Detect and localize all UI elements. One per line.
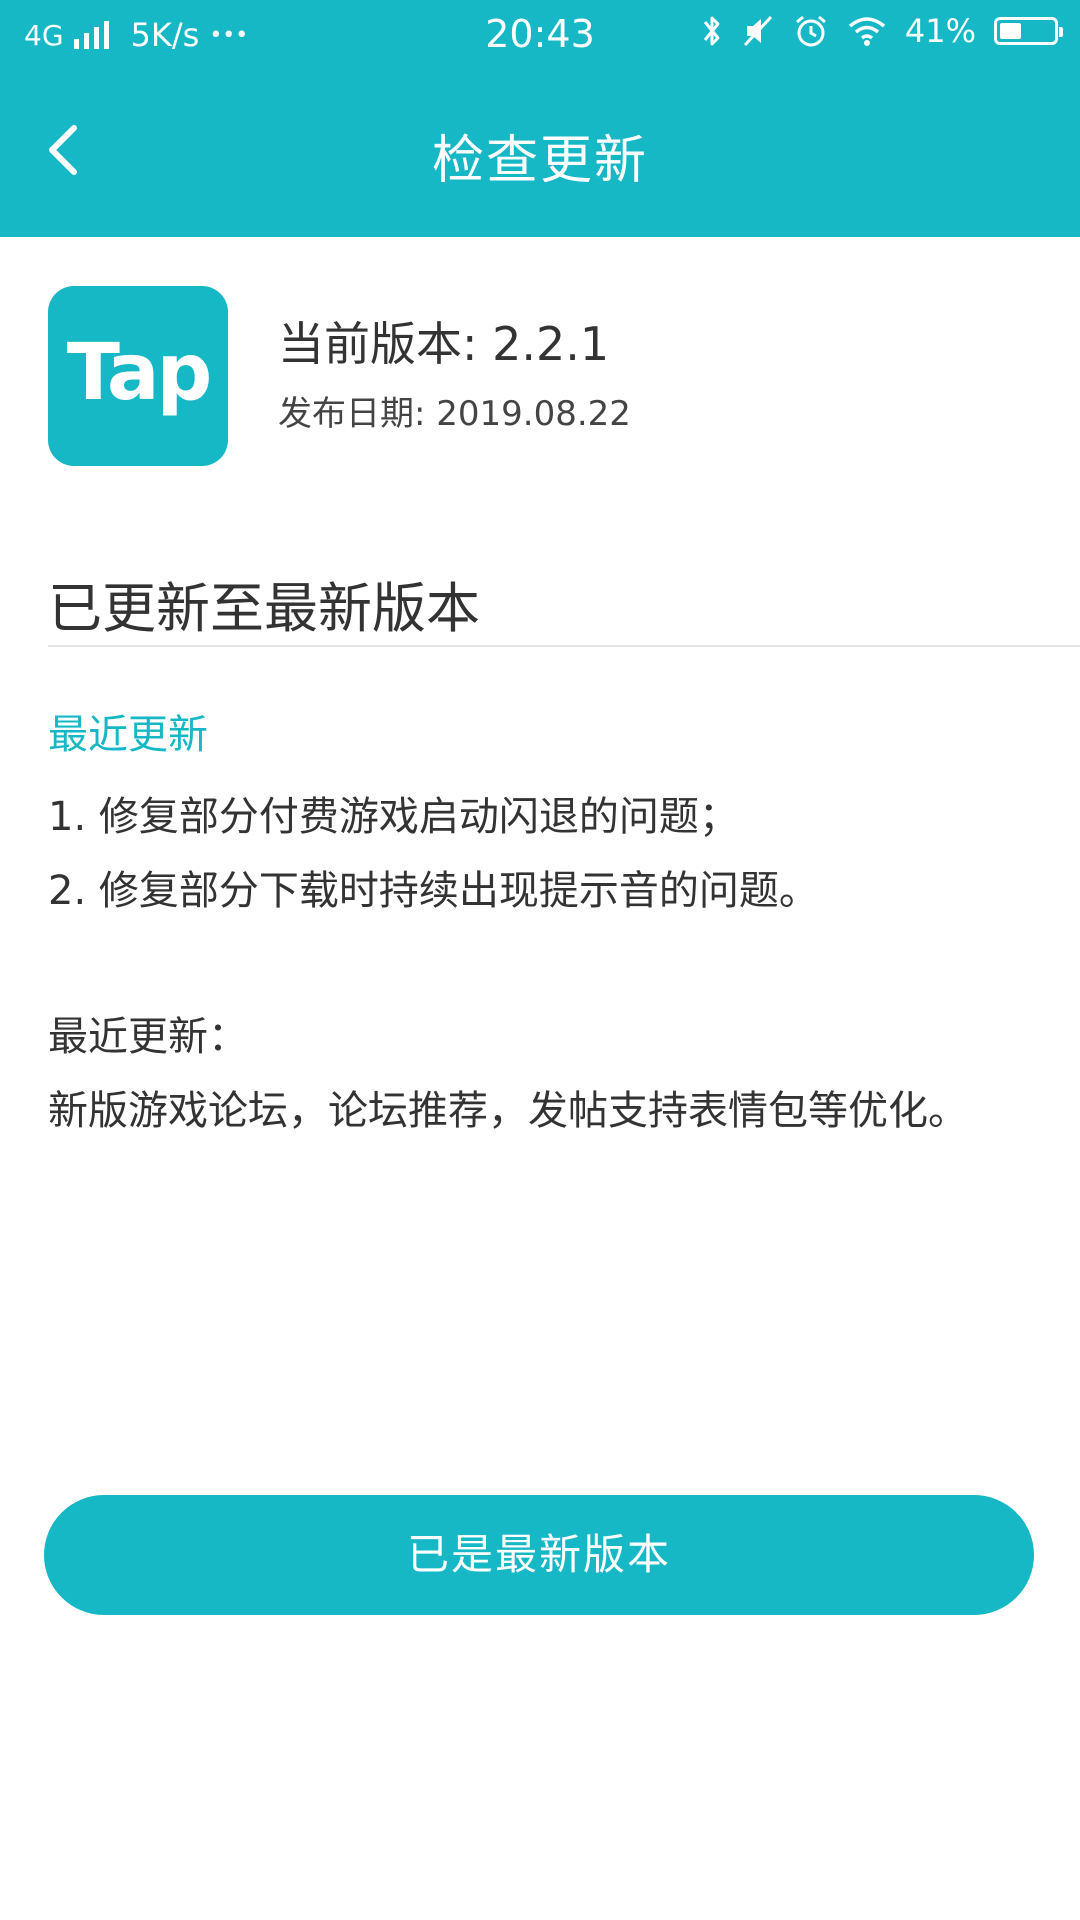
header: 4G 5K/s ••• 20:43 41% 检查更新 — [0, 0, 1080, 237]
recent-update-title: 最近更新 — [48, 712, 208, 758]
bluetooth-icon — [703, 16, 720, 46]
nav-bar: 检查更新 — [0, 72, 1080, 237]
wifi-icon — [848, 17, 885, 46]
battery-level — [1000, 23, 1021, 39]
divider — [48, 645, 1080, 647]
alarm-icon — [795, 15, 826, 47]
status-right: 41% — [701, 12, 1063, 50]
battery-percent: 41% — [904, 12, 976, 50]
release-notes: 1. 修复部分付费游戏启动闪退的问题； 2. 修复部分下载时持续出现提示音的问题… — [48, 780, 1038, 1148]
app-icon: Tap — [48, 286, 228, 466]
update-status-heading: 已更新至最新版本 — [48, 577, 480, 640]
battery-icon — [994, 17, 1063, 45]
release-date: 发布日期: 2019.08.22 — [278, 394, 631, 434]
current-version: 当前版本: 2.2.1 — [278, 317, 610, 371]
previous-update-title: 最近更新： — [48, 1014, 248, 1060]
latest-version-button[interactable]: 已是最新版本 — [44, 1495, 1034, 1615]
status-bar: 4G 5K/s ••• 20:43 41% — [0, 0, 1080, 72]
mute-icon — [743, 15, 772, 47]
release-note-item: 2. 修复部分下载时持续出现提示音的问题。 — [48, 868, 819, 914]
app-icon-text: Tap — [66, 328, 213, 418]
page-title: 检查更新 — [431, 131, 648, 191]
release-note-item: 1. 修复部分付费游戏启动闪退的问题； — [48, 794, 739, 840]
previous-update-text: 新版游戏论坛，论坛推荐，发帖支持表情包等优化。 — [48, 1088, 968, 1134]
